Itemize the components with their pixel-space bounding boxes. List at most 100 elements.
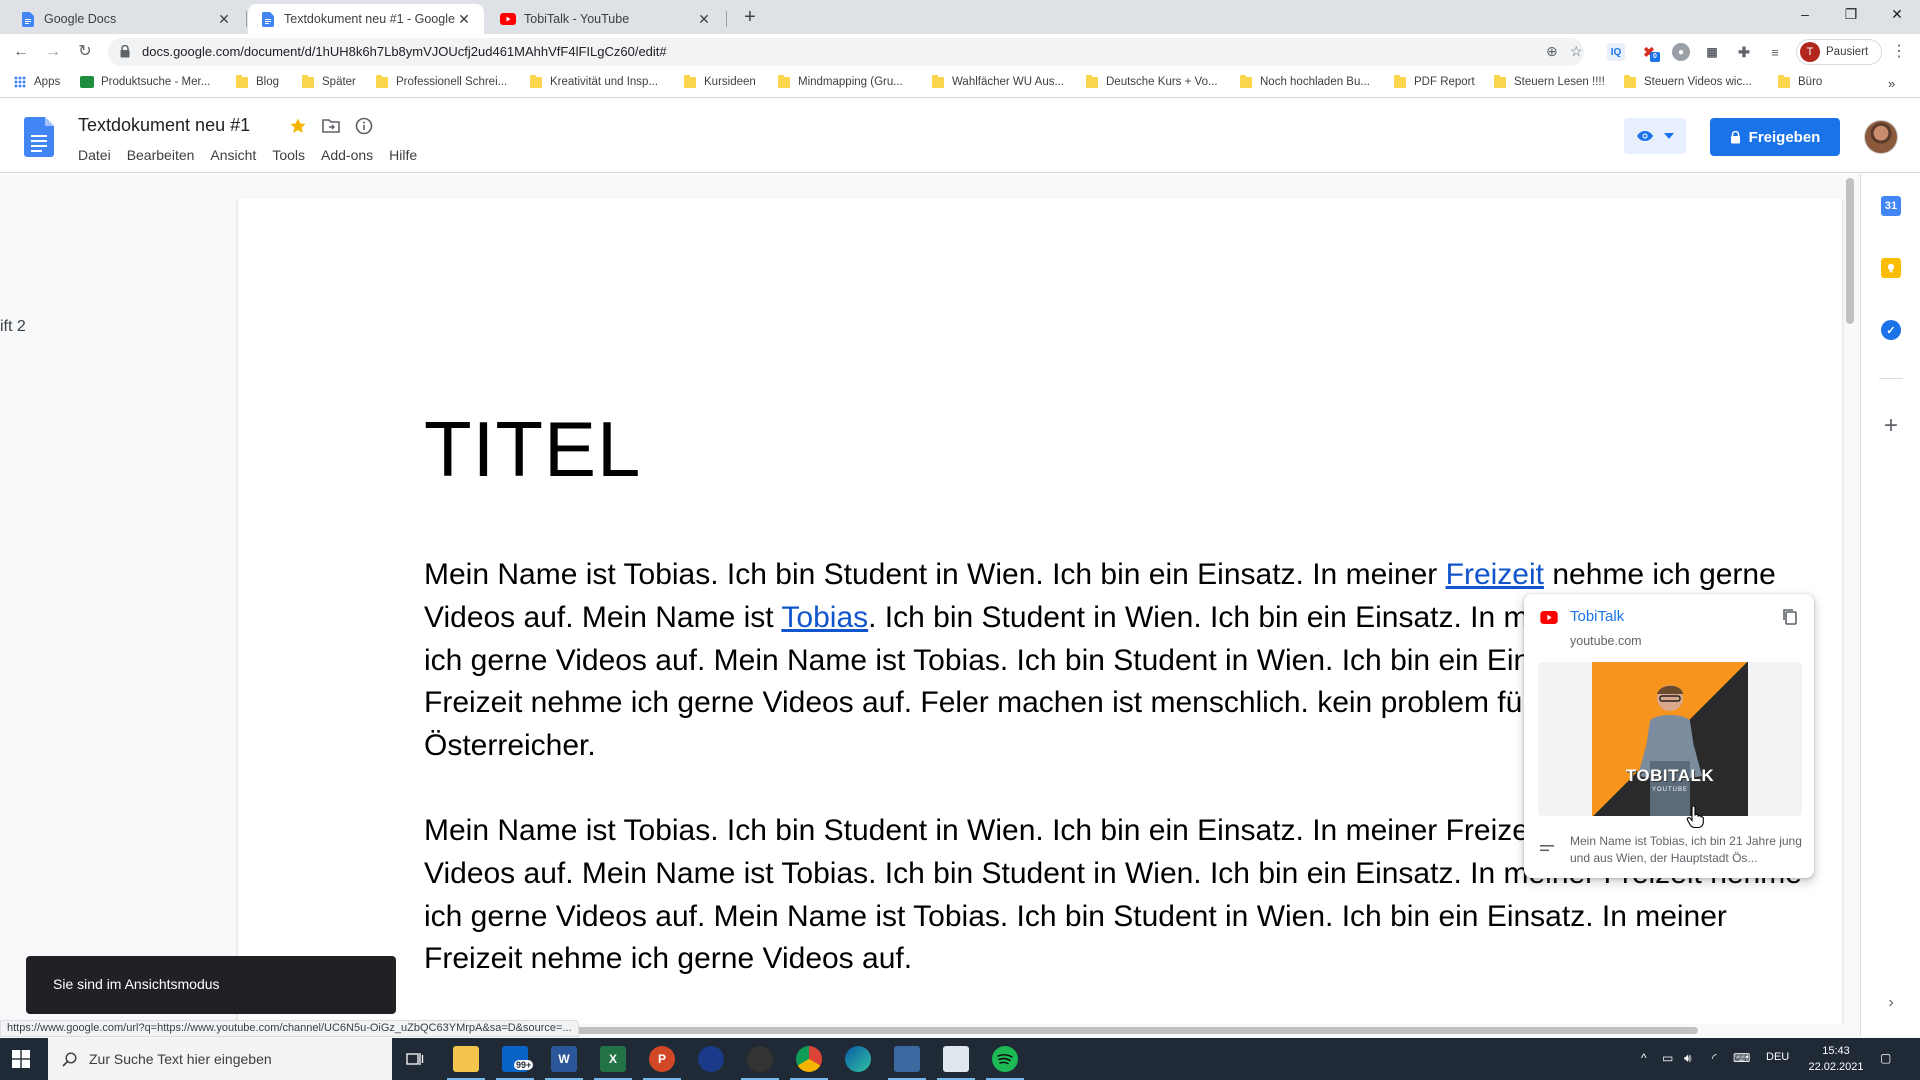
grid-extension-icon[interactable]: ▦ bbox=[1703, 43, 1721, 61]
link-freizeit[interactable]: Freizeit bbox=[1446, 558, 1544, 591]
apps-grid-icon bbox=[14, 76, 26, 88]
scrollbar-thumb[interactable] bbox=[1846, 178, 1854, 324]
bookmark-folder[interactable]: Professionell Schrei... bbox=[376, 74, 507, 88]
move-folder-icon[interactable] bbox=[321, 116, 341, 136]
chevron-up-icon[interactable]: ^ bbox=[1641, 1051, 1647, 1065]
chrome-icon[interactable] bbox=[790, 1046, 828, 1080]
spotify-icon[interactable] bbox=[986, 1046, 1024, 1080]
mail-badge: 99+ bbox=[514, 1060, 534, 1070]
back-icon[interactable]: ← bbox=[10, 41, 32, 63]
bookmark-folder[interactable]: Kreativität und Insp... bbox=[530, 74, 658, 88]
share-button[interactable]: Freigeben bbox=[1710, 118, 1840, 156]
taskbar-search-input[interactable]: Zur Suche Text hier eingeben bbox=[48, 1038, 392, 1080]
bookmark-apps[interactable]: Apps bbox=[14, 76, 60, 88]
new-tab-button[interactable]: + bbox=[738, 6, 762, 30]
app-icon[interactable] bbox=[698, 1046, 724, 1072]
menu-add-ons[interactable]: Add-ons bbox=[321, 147, 373, 163]
info-icon[interactable] bbox=[354, 116, 374, 136]
extension-icon[interactable]: ● bbox=[1672, 43, 1690, 61]
add-on-plus-icon[interactable]: + bbox=[1881, 412, 1901, 440]
notepad-icon[interactable] bbox=[937, 1046, 975, 1080]
bookmark-folder[interactable]: Mindmapping (Gru... bbox=[778, 74, 903, 88]
windows-start-icon[interactable] bbox=[12, 1050, 30, 1073]
bookmark-folder[interactable]: Steuern Videos wic... bbox=[1624, 74, 1752, 88]
tab-google-docs[interactable]: Google Docs ✕ bbox=[8, 4, 244, 34]
bookmark-star-icon[interactable]: ☆ bbox=[1570, 43, 1583, 60]
vertical-scrollbar[interactable] bbox=[1844, 176, 1856, 1022]
task-view-icon[interactable] bbox=[402, 1046, 428, 1072]
extension-badge: 0 bbox=[1650, 52, 1660, 62]
star-icon[interactable] bbox=[288, 116, 308, 136]
word-icon[interactable]: W bbox=[545, 1046, 583, 1080]
bookmark-folder[interactable]: Wahlfächer WU Aus... bbox=[932, 74, 1064, 88]
profile-status: Pausiert bbox=[1826, 46, 1869, 58]
viewing-mode-button[interactable] bbox=[1624, 118, 1686, 154]
forward-icon[interactable]: → bbox=[42, 41, 64, 63]
folder-icon bbox=[684, 74, 696, 88]
zoom-icon[interactable]: ⊕ bbox=[1546, 43, 1558, 60]
address-bar[interactable]: docs.google.com/document/d/1hUH8k6h7Lb8y… bbox=[108, 38, 1584, 66]
excel-icon[interactable]: X bbox=[594, 1046, 632, 1080]
chrome-menu-icon[interactable]: ⋮ bbox=[1888, 41, 1910, 63]
keyboard-icon[interactable]: ⌨ bbox=[1733, 1051, 1750, 1065]
bookmark-folder[interactable]: Später bbox=[302, 74, 356, 88]
menu-ansicht[interactable]: Ansicht bbox=[210, 147, 256, 163]
bookmark-folder[interactable]: PDF Report bbox=[1394, 74, 1475, 88]
bookmark-folder[interactable]: Blog bbox=[236, 74, 279, 88]
wifi-icon[interactable]: ◜ bbox=[1712, 1051, 1717, 1065]
bookmark-folder[interactable]: Steuern Lesen !!!! bbox=[1494, 74, 1605, 88]
powerpoint-icon[interactable]: P bbox=[643, 1046, 681, 1080]
volume-icon[interactable]: 🔊︎ bbox=[1684, 1051, 1692, 1066]
menu-tools[interactable]: Tools bbox=[272, 147, 305, 163]
keep-icon[interactable] bbox=[1881, 258, 1901, 278]
chevron-right-icon[interactable]: › bbox=[1881, 994, 1901, 1012]
profile-button[interactable]: T Pausiert bbox=[1796, 39, 1882, 65]
system-clock[interactable]: 15:43 22.02.2021 bbox=[1806, 1043, 1866, 1075]
menu-hilfe[interactable]: Hilfe bbox=[389, 147, 417, 163]
language-indicator[interactable]: DEU bbox=[1766, 1051, 1789, 1063]
close-icon[interactable]: ✕ bbox=[696, 11, 712, 28]
bookmark-folder[interactable]: Noch hochladen Bu... bbox=[1240, 74, 1370, 88]
folder-icon bbox=[1394, 74, 1406, 88]
app-window-icon[interactable] bbox=[888, 1046, 926, 1080]
menu-bearbeiten[interactable]: Bearbeiten bbox=[127, 147, 195, 163]
puzzle-extensions-icon[interactable]: ✚ bbox=[1735, 43, 1753, 61]
edge-icon[interactable] bbox=[845, 1046, 871, 1072]
file-explorer-icon[interactable] bbox=[447, 1046, 485, 1080]
more-bookmarks-icon[interactable]: » bbox=[1888, 76, 1895, 91]
folder-icon bbox=[376, 74, 388, 88]
preview-thumbnail[interactable]: TOBITALK YOUTUBE bbox=[1538, 662, 1802, 816]
copy-link-icon[interactable] bbox=[1782, 608, 1798, 631]
tasks-icon[interactable]: ✓ bbox=[1881, 320, 1901, 340]
link-tobias[interactable]: Tobias bbox=[781, 601, 868, 634]
close-icon[interactable]: ✕ bbox=[216, 11, 232, 28]
obs-icon[interactable] bbox=[741, 1046, 779, 1080]
restore-button[interactable]: ❐ bbox=[1828, 0, 1874, 30]
tab-textdokument[interactable]: Textdokument neu #1 - Google Docs ✕ bbox=[248, 4, 484, 34]
iq-extension-icon[interactable]: IQ bbox=[1607, 43, 1625, 61]
reload-icon[interactable]: ↻ bbox=[74, 41, 96, 63]
bookmark-folder[interactable]: Büro bbox=[1778, 74, 1822, 88]
account-avatar[interactable] bbox=[1864, 120, 1898, 154]
notifications-icon[interactable]: ▢ bbox=[1880, 1051, 1891, 1065]
calendar-icon[interactable]: 31 bbox=[1881, 196, 1901, 216]
document-title[interactable]: Textdokument neu #1 bbox=[78, 115, 250, 136]
battery-icon[interactable]: ▭ bbox=[1662, 1051, 1673, 1065]
outline-item[interactable]: ift 2 bbox=[0, 318, 26, 336]
mail-icon[interactable]: 99+ bbox=[496, 1046, 534, 1080]
tab-tobitalk-youtube[interactable]: TobiTalk - YouTube ✕ bbox=[488, 4, 724, 34]
bookmark-item[interactable]: Produktsuche - Mer... bbox=[80, 76, 210, 88]
blocker-extension-icon[interactable]: ✖ 0 bbox=[1640, 43, 1660, 62]
clock-date: 22.02.2021 bbox=[1808, 1061, 1864, 1073]
reading-list-icon[interactable]: ≡ bbox=[1766, 43, 1784, 61]
search-icon bbox=[62, 1051, 77, 1067]
bookmark-folder[interactable]: Deutsche Kurs + Vo... bbox=[1086, 74, 1218, 88]
preview-title-link[interactable]: TobiTalk bbox=[1570, 608, 1624, 625]
google-docs-logo-icon[interactable] bbox=[24, 117, 54, 162]
close-icon[interactable]: ✕ bbox=[456, 11, 472, 28]
close-window-button[interactable]: ✕ bbox=[1874, 0, 1920, 30]
url-text: docs.google.com/document/d/1hUH8k6h7Lb8y… bbox=[142, 44, 667, 59]
minimize-button[interactable]: – bbox=[1782, 0, 1828, 30]
menu-datei[interactable]: Datei bbox=[78, 147, 111, 163]
bookmark-folder[interactable]: Kursideen bbox=[684, 74, 756, 88]
